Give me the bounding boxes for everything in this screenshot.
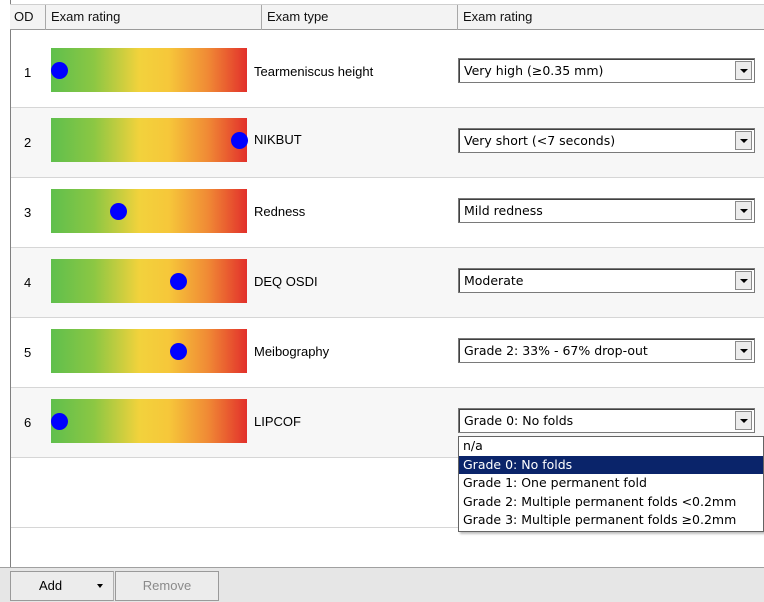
exam-type-label: Meibography [254, 344, 330, 359]
column-header-rating[interactable]: Exam rating [46, 5, 262, 30]
table-row[interactable]: 3 Redness Mild redness [11, 178, 764, 248]
bottom-toolbar: Add Remove [0, 567, 764, 602]
column-header-exam-rating-select[interactable]: Exam rating [458, 5, 764, 30]
rating-gauge [51, 329, 247, 373]
select-value: Moderate [464, 273, 524, 288]
rating-indicator-dot [231, 132, 249, 149]
exam-rating-select[interactable]: Moderate [458, 268, 755, 293]
exam-rating-select[interactable]: Grade 2: 33% - 67% drop-out [458, 338, 755, 363]
add-button-label: Add [39, 578, 63, 593]
rating-gauge [51, 259, 247, 303]
table-row[interactable]: 2 NIKBUT Very short (<7 seconds) [11, 108, 764, 178]
dropdown-option[interactable]: Grade 2: Multiple permanent folds <0.2mm [459, 493, 763, 512]
chevron-down-icon[interactable] [735, 411, 752, 430]
dropdown-option[interactable]: Grade 1: One permanent fold [459, 474, 763, 493]
rating-indicator-dot [50, 413, 68, 430]
row-number: 6 [24, 415, 32, 430]
select-value: Grade 0: No folds [464, 413, 574, 428]
exam-type-label: NIKBUT [254, 132, 302, 147]
dropdown-option[interactable]: n/a [459, 437, 763, 456]
rating-indicator-dot [50, 62, 68, 79]
rating-indicator-dot [170, 343, 188, 360]
rating-gauge [51, 189, 247, 233]
exam-rating-select[interactable]: Mild redness [458, 198, 755, 223]
select-value: Very high (≥0.35 mm) [464, 63, 604, 78]
row-number: 1 [24, 65, 32, 80]
column-header-od[interactable]: OD [10, 5, 46, 30]
chevron-down-icon[interactable] [735, 201, 752, 220]
rating-gauge [50, 48, 247, 92]
chevron-down-icon[interactable] [735, 131, 752, 150]
chevron-down-icon[interactable] [735, 271, 752, 290]
exam-type-label: Redness [254, 204, 306, 219]
exam-rating-select[interactable]: Very short (<7 seconds) [458, 128, 755, 153]
remove-button[interactable]: Remove [115, 571, 219, 601]
column-header-exam-type[interactable]: Exam type [262, 5, 458, 30]
select-value: Mild redness [464, 203, 543, 218]
exam-type-label: LIPCOF [254, 414, 301, 429]
rating-indicator-dot [170, 273, 188, 290]
dropdown-option-selected[interactable]: Grade 0: No folds [459, 455, 763, 474]
select-value: Grade 2: 33% - 67% drop-out [464, 343, 648, 358]
add-button[interactable]: Add [10, 571, 114, 601]
table-row[interactable]: 1 Tearmeniscus height Very high (≥0.35 m… [11, 38, 764, 108]
exam-rating-select[interactable]: Grade 0: No folds [458, 408, 755, 433]
rating-indicator-dot [109, 203, 127, 220]
select-value: Very short (<7 seconds) [464, 133, 616, 148]
rating-gauge [51, 118, 249, 162]
row-number: 2 [24, 135, 32, 150]
chevron-down-icon[interactable] [735, 61, 752, 80]
table-row[interactable]: 4 DEQ OSDI Moderate [11, 248, 764, 318]
row-number: 5 [24, 345, 32, 360]
exam-type-label: DEQ OSDI [254, 274, 318, 289]
exam-rating-select[interactable]: Very high (≥0.35 mm) [458, 58, 755, 83]
dropdown-option[interactable]: Grade 3: Multiple permanent folds ≥0.2mm [459, 511, 763, 530]
grid-header: OD Exam rating Exam type Exam rating [10, 4, 764, 30]
row-number: 3 [24, 205, 32, 220]
dropdown-list[interactable]: n/a Grade 0: No folds Grade 1: One perma… [458, 436, 764, 532]
rating-gauge [50, 399, 247, 443]
table-row[interactable]: 5 Meibography Grade 2: 33% - 67% drop-ou… [11, 318, 764, 388]
exam-type-label: Tearmeniscus height [254, 64, 374, 79]
chevron-down-icon[interactable] [735, 341, 752, 360]
caret-down-icon[interactable] [97, 584, 103, 588]
row-number: 4 [24, 275, 32, 290]
